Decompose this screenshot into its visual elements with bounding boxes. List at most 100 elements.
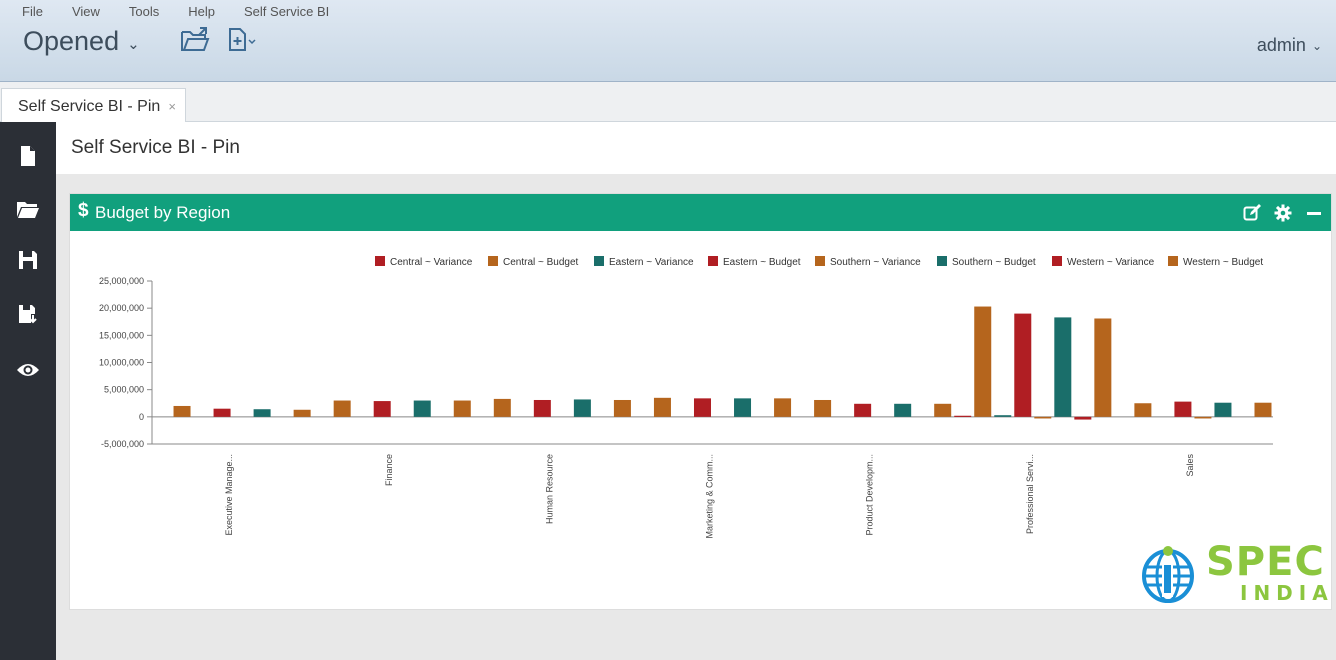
bar[interactable] bbox=[653, 397, 671, 417]
y-tick-label: 0 bbox=[139, 412, 144, 422]
x-axis: Executive Manage... Finance Human Resource… bbox=[224, 454, 1195, 539]
bar[interactable] bbox=[1034, 416, 1052, 419]
bar[interactable] bbox=[894, 403, 912, 417]
legend-swatch bbox=[937, 256, 947, 266]
minimize-icon[interactable] bbox=[1305, 204, 1323, 222]
bar[interactable] bbox=[1254, 402, 1272, 417]
x-tick-label: Product Developm... bbox=[865, 454, 875, 536]
user-name: admin bbox=[1256, 35, 1306, 55]
bar[interactable] bbox=[1174, 401, 1192, 417]
bar[interactable] bbox=[994, 415, 1012, 417]
bar[interactable] bbox=[1014, 313, 1032, 417]
menu-help[interactable]: Help bbox=[188, 4, 215, 19]
bar[interactable] bbox=[333, 400, 351, 417]
legend-label: Western ~ Budget bbox=[1183, 257, 1263, 268]
bar[interactable] bbox=[373, 401, 391, 417]
menu-view[interactable]: View bbox=[72, 4, 100, 19]
bar[interactable] bbox=[1134, 403, 1152, 417]
bar[interactable] bbox=[1074, 416, 1092, 420]
x-tick-label: Human Resource bbox=[544, 454, 554, 524]
bar[interactable] bbox=[1214, 402, 1232, 417]
close-icon[interactable]: × bbox=[168, 99, 176, 114]
bar[interactable] bbox=[974, 306, 992, 417]
y-tick-label: 5,000,000 bbox=[104, 385, 144, 395]
bar[interactable] bbox=[533, 399, 551, 417]
tab-label: Self Service BI - Pin bbox=[18, 98, 161, 115]
legend-label: Central ~ Variance bbox=[390, 257, 473, 268]
new-file-icon[interactable] bbox=[228, 27, 256, 53]
bar[interactable] bbox=[814, 399, 832, 417]
logo-sub: INDIA bbox=[1240, 581, 1334, 605]
bar[interactable] bbox=[493, 398, 511, 417]
legend-swatch bbox=[488, 256, 498, 266]
bar[interactable] bbox=[413, 400, 431, 417]
x-tick-label: Marketing & Comm... bbox=[705, 454, 715, 539]
logo-brand: SPEC bbox=[1206, 539, 1325, 585]
y-tick-label: 25,000,000 bbox=[99, 276, 144, 286]
save-icon[interactable] bbox=[16, 248, 40, 272]
menu-file[interactable]: File bbox=[22, 4, 43, 19]
folder-icon[interactable] bbox=[16, 197, 40, 221]
legend-label: Southern ~ Budget bbox=[952, 257, 1036, 268]
gear-icon[interactable] bbox=[1274, 204, 1292, 222]
bar[interactable] bbox=[934, 403, 952, 417]
panel-title: Budget by Region bbox=[95, 203, 231, 222]
bar[interactable] bbox=[734, 398, 752, 417]
y-tick-label: 15,000,000 bbox=[99, 330, 144, 340]
spec-india-logo: SPEC INDIA bbox=[1140, 539, 1334, 605]
x-tick-label: Professional Servi... bbox=[1025, 454, 1035, 534]
panel-header: $ Budget by Region bbox=[70, 194, 1331, 231]
bar[interactable] bbox=[573, 399, 591, 417]
chevron-down-icon: ⌄ bbox=[1311, 38, 1322, 53]
bar[interactable] bbox=[453, 400, 471, 417]
user-menu[interactable]: admin ⌄ bbox=[1257, 35, 1322, 56]
bar[interactable] bbox=[954, 415, 972, 417]
tab-bar: Self Service BI - Pin × bbox=[0, 82, 1336, 123]
content-header: Self Service BI - Pin bbox=[56, 122, 1336, 174]
x-tick-label: Executive Manage... bbox=[224, 454, 234, 536]
legend-swatch bbox=[594, 256, 604, 266]
legend-swatch bbox=[1052, 256, 1062, 266]
legend-label: Southern ~ Variance bbox=[830, 257, 921, 268]
menu-tools[interactable]: Tools bbox=[129, 4, 159, 19]
chevron-down-icon: ⌄ bbox=[127, 35, 140, 53]
document-icon[interactable] bbox=[16, 144, 40, 168]
y-tick-label: 10,000,000 bbox=[99, 358, 144, 368]
bar[interactable] bbox=[1054, 317, 1072, 417]
dollar-icon: $ bbox=[78, 200, 89, 221]
bar[interactable] bbox=[173, 405, 191, 417]
legend-label: Eastern ~ Variance bbox=[609, 257, 694, 268]
bar[interactable] bbox=[1194, 416, 1212, 419]
legend-swatch bbox=[815, 256, 825, 266]
bar[interactable] bbox=[253, 409, 271, 417]
bar[interactable] bbox=[213, 408, 231, 417]
bar[interactable] bbox=[854, 403, 872, 417]
top-toolbar: File View Tools Help Self Service BI Ope… bbox=[0, 0, 1336, 82]
legend-label: Central ~ Budget bbox=[503, 257, 579, 268]
bar-series bbox=[173, 306, 1272, 420]
edit-icon[interactable] bbox=[1243, 204, 1261, 222]
legend-label: Western ~ Variance bbox=[1067, 257, 1155, 268]
globe-logo-icon bbox=[1142, 546, 1194, 603]
workspace-label: Opened bbox=[23, 26, 120, 56]
legend-label: Eastern ~ Budget bbox=[723, 257, 801, 268]
legend-swatch bbox=[375, 256, 385, 266]
bar[interactable] bbox=[613, 399, 631, 417]
bar[interactable] bbox=[693, 398, 711, 417]
bar[interactable] bbox=[774, 398, 792, 417]
bar[interactable] bbox=[293, 409, 311, 417]
y-tick-label: 20,000,000 bbox=[99, 303, 144, 313]
page-title: Self Service BI - Pin bbox=[71, 137, 240, 158]
y-tick-label: -5,000,000 bbox=[101, 439, 144, 449]
workspace-dropdown[interactable]: Opened ⌄ bbox=[23, 26, 140, 57]
x-tick-label: Finance bbox=[384, 454, 394, 486]
legend-swatch bbox=[708, 256, 718, 266]
menu-self-service-bi[interactable]: Self Service BI bbox=[244, 4, 329, 19]
tab-self-service-bi-pin[interactable]: Self Service BI - Pin × bbox=[1, 88, 186, 123]
folder-open-icon[interactable] bbox=[180, 27, 210, 53]
bar[interactable] bbox=[1094, 318, 1112, 417]
menu-bar: File View Tools Help Self Service BI bbox=[22, 4, 358, 19]
save-as-icon[interactable] bbox=[16, 302, 40, 326]
chart-legend: Central ~ Variance Central ~ Budget Easter… bbox=[375, 256, 1263, 268]
eye-icon[interactable] bbox=[16, 358, 40, 382]
